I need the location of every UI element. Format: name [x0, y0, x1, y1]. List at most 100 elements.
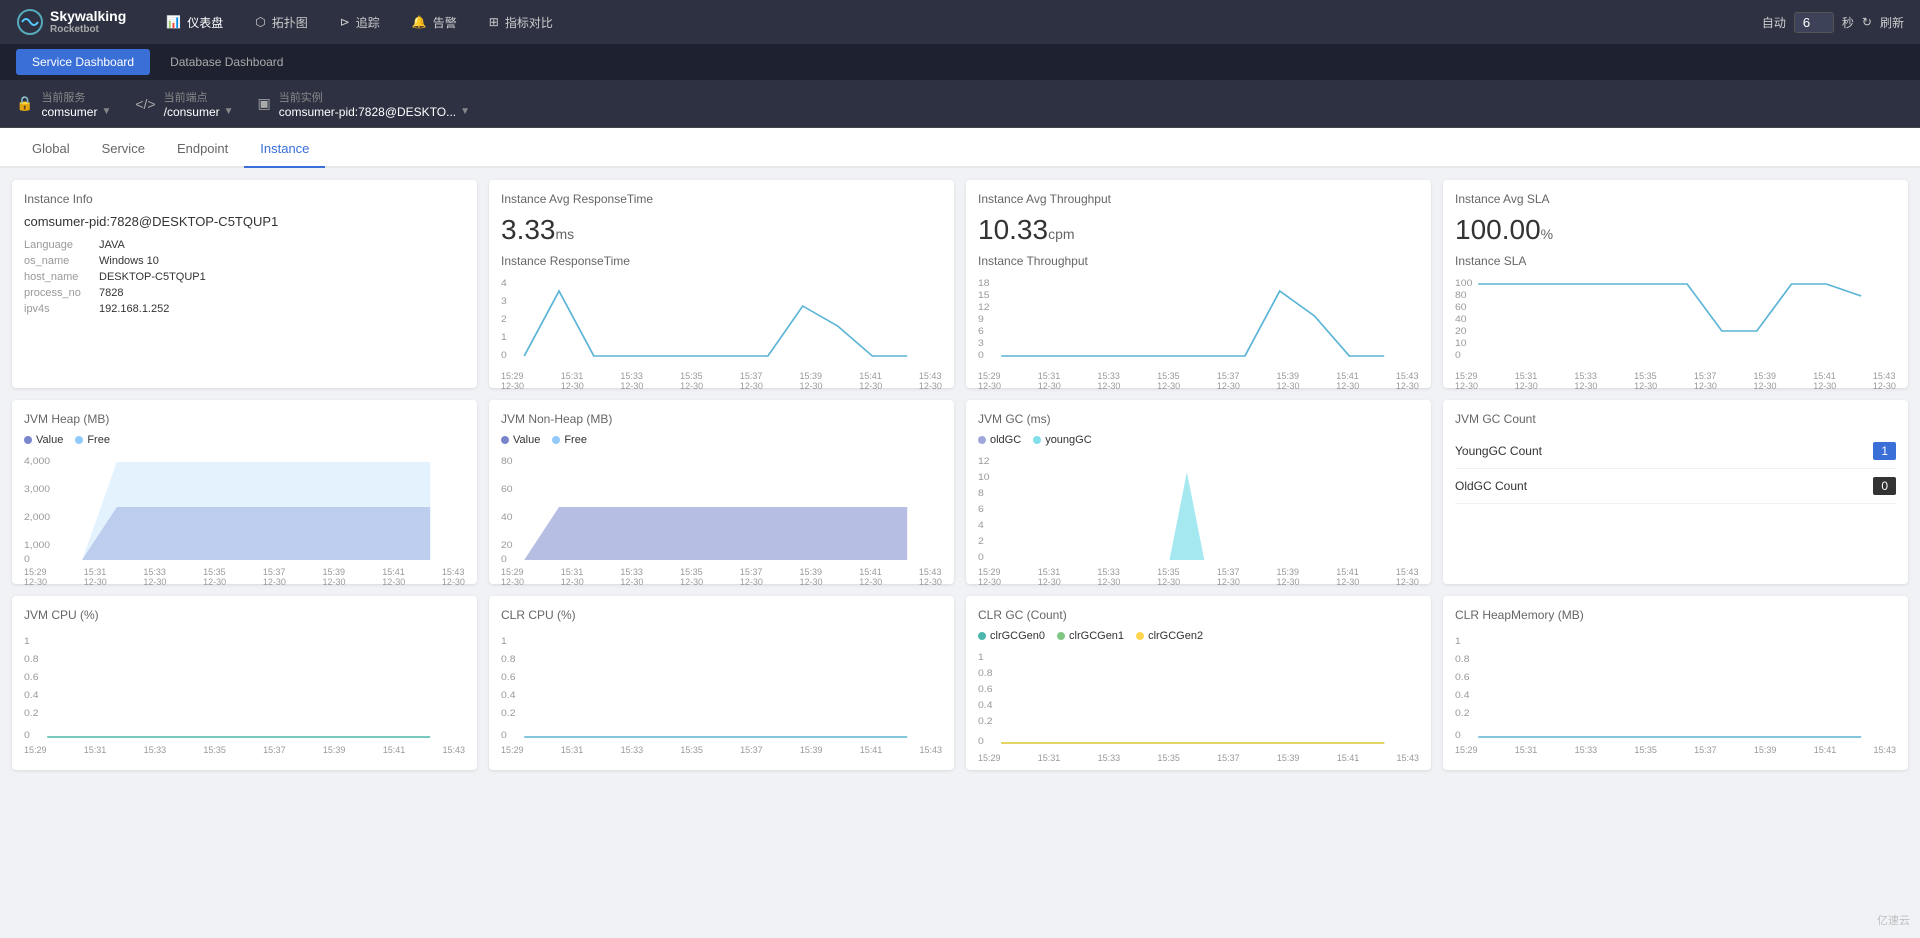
- svg-text:40: 40: [501, 513, 513, 523]
- svg-text:20: 20: [1455, 327, 1467, 337]
- endpoint-value-btn[interactable]: /consumer ▼: [164, 105, 234, 119]
- avg-response-value: 3.33ms: [501, 214, 942, 246]
- gc-x-labels: 15:2912-3015:3112-3015:3312-3015:3512-30…: [978, 567, 1419, 587]
- clr-cpu-chart: 1 0.8 0.6 0.4 0.2 0 15:2915:3115:3315:35…: [501, 630, 942, 750]
- svg-text:0.4: 0.4: [978, 701, 993, 711]
- info-language: Language JAVA: [24, 239, 465, 251]
- svg-text:0.6: 0.6: [978, 685, 993, 695]
- watermark: 亿速云: [1877, 912, 1910, 928]
- tab-service-dashboard[interactable]: Service Dashboard: [16, 49, 150, 75]
- clr-gen0-dot: [978, 632, 986, 640]
- svg-text:60: 60: [1455, 303, 1467, 313]
- heap-value-legend: Value: [24, 434, 63, 446]
- younggc-legend: youngGC: [1033, 434, 1091, 446]
- svg-text:0: 0: [501, 555, 507, 565]
- svg-text:15: 15: [978, 291, 990, 301]
- refresh-input[interactable]: [1794, 12, 1834, 33]
- svg-text:2: 2: [501, 315, 507, 325]
- younggc-dot: [1033, 436, 1041, 444]
- clr-gc-x-labels: 15:2915:3115:3315:35 15:3715:3915:4115:4…: [978, 753, 1419, 763]
- nav-alert-label: 告警: [433, 14, 457, 31]
- avg-throughput-value: 10.33cpm: [978, 214, 1419, 246]
- info-os-val: Windows 10: [99, 255, 159, 267]
- clr-gc-card: CLR GC (Count) clrGCGen0 clrGCGen1 clrGC…: [966, 596, 1431, 770]
- svg-text:0.2: 0.2: [1455, 709, 1470, 719]
- info-os: os_name Windows 10: [24, 255, 465, 267]
- clr-cpu-title: CLR CPU (%): [501, 608, 942, 622]
- nav-metric-label: 指标对比: [505, 14, 553, 31]
- refresh-label[interactable]: 刷新: [1880, 14, 1904, 31]
- svg-text:1: 1: [501, 637, 507, 647]
- instance-icon: ▣: [258, 95, 271, 112]
- svg-text:0.4: 0.4: [501, 691, 516, 701]
- clr-gen0-legend: clrGCGen0: [978, 630, 1045, 642]
- avg-sla-card: Instance Avg SLA 100.00% Instance SLA 10…: [1443, 180, 1908, 388]
- endpoint-selector: </> 当前端点 /consumer ▼: [135, 89, 233, 119]
- response-x-labels: 15:2912-3015:3112-3015:3312-3015:3512-30…: [501, 371, 942, 391]
- throughput-chart: 18 15 12 9 6 3 0 15:2912-3015:3112-3015:…: [978, 276, 1419, 376]
- throughput-chart-title: Instance Throughput: [978, 254, 1419, 268]
- jvm-cpu-chart: 1 0.8 0.6 0.4 0.2 0 15:2915:3115:3315:35…: [24, 630, 465, 750]
- jvm-nonheap-legend: Value Free: [501, 434, 942, 446]
- tab-endpoint[interactable]: Endpoint: [161, 131, 244, 168]
- svg-text:0: 0: [501, 351, 507, 361]
- logo: Skywalking Rocketbot: [16, 8, 126, 37]
- oldgc-legend: oldGC: [978, 434, 1021, 446]
- svg-text:12: 12: [978, 303, 990, 313]
- svg-text:12: 12: [978, 457, 990, 467]
- nonheap-free-label: Free: [564, 434, 587, 446]
- clr-heap-chart: 1 0.8 0.6 0.4 0.2 0 15:2915:3115:3315:35…: [1455, 630, 1896, 750]
- service-value-btn[interactable]: comsumer ▼: [41, 105, 111, 119]
- nav-alert[interactable]: 🔔 告警: [396, 0, 473, 44]
- svg-text:0.6: 0.6: [501, 673, 516, 683]
- tab-instance[interactable]: Instance: [244, 131, 325, 168]
- tab-global[interactable]: Global: [16, 131, 86, 168]
- instance-value-btn[interactable]: comsumer-pid:7828@DESKTO... ▼: [279, 105, 470, 119]
- svg-text:80: 80: [501, 457, 513, 467]
- svg-text:0.8: 0.8: [978, 669, 993, 679]
- young-gc-badge: 1: [1873, 442, 1896, 460]
- svg-text:0.6: 0.6: [24, 673, 39, 683]
- svg-text:0: 0: [1455, 731, 1461, 741]
- clr-gen0-label: clrGCGen0: [990, 630, 1045, 642]
- younggc-label: youngGC: [1045, 434, 1091, 446]
- svg-text:2,000: 2,000: [24, 513, 51, 523]
- jvm-gc-count-card: JVM GC Count YoungGC Count 1 OldGC Count…: [1443, 400, 1908, 584]
- svg-text:0: 0: [24, 555, 30, 565]
- sla-chart-title: Instance SLA: [1455, 254, 1896, 268]
- tab-database-dashboard[interactable]: Database Dashboard: [154, 49, 299, 75]
- svg-text:1: 1: [978, 653, 984, 663]
- nav-topology[interactable]: ⬡ 拓扑图: [239, 0, 324, 44]
- instance-value-text: comsumer-pid:7828@DESKTO...: [279, 105, 456, 119]
- svg-text:3,000: 3,000: [24, 485, 51, 495]
- top-right: 自动 秒 ↻ 刷新: [1762, 12, 1904, 33]
- tab-service[interactable]: Service: [86, 131, 161, 168]
- heap-free-label: Free: [87, 434, 110, 446]
- nav-dashboard[interactable]: 📊 仪表盘: [150, 0, 239, 44]
- code-icon: </>: [135, 96, 155, 112]
- info-host-val: DESKTOP-C5TQUP1: [99, 271, 206, 283]
- topology-icon: ⬡: [255, 15, 265, 29]
- heap-value-label: Value: [36, 434, 63, 446]
- heap-free-legend: Free: [75, 434, 110, 446]
- second-label: 秒: [1842, 14, 1854, 31]
- svg-text:2: 2: [978, 537, 984, 547]
- oldgc-dot: [978, 436, 986, 444]
- jvm-cpu-x-labels: 15:2915:3115:3315:35 15:3715:3915:4115:4…: [24, 745, 465, 755]
- clr-gen2-legend: clrGCGen2: [1136, 630, 1203, 642]
- svg-text:0.6: 0.6: [1455, 673, 1470, 683]
- heap-x-labels: 15:2912-3015:3112-3015:3312-3015:3512-30…: [24, 567, 465, 587]
- throughput-x-labels: 15:2912-3015:3112-3015:3312-3015:3512-30…: [978, 371, 1419, 391]
- info-ip: ipv4s 192.168.1.252: [24, 303, 465, 315]
- refresh-icon[interactable]: ↻: [1862, 15, 1872, 29]
- instance-selector: ▣ 当前实例 comsumer-pid:7828@DESKTO... ▼: [258, 89, 471, 119]
- svg-text:4: 4: [501, 279, 507, 289]
- nav-metric[interactable]: ⊞ 指标对比: [473, 0, 569, 44]
- svg-text:18: 18: [978, 279, 990, 289]
- info-process-val: 7828: [99, 287, 123, 299]
- svg-text:100: 100: [1455, 279, 1473, 289]
- info-language-val: JAVA: [99, 239, 125, 251]
- nav-trace-label: 追踪: [356, 14, 380, 31]
- svg-text:3: 3: [501, 297, 507, 307]
- nav-trace[interactable]: ⊳ 追踪: [324, 0, 396, 44]
